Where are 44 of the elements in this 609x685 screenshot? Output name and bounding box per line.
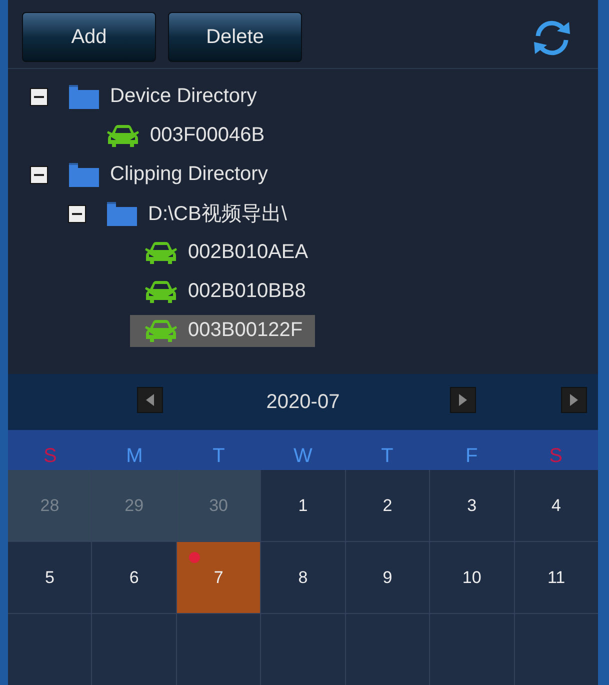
left-triangle-icon <box>145 394 155 406</box>
weekday-label: S <box>42 445 58 469</box>
tree-item[interactable]: 002B010BB8 <box>130 276 318 308</box>
tree-item[interactable]: Device Directory <box>54 80 269 114</box>
day-cell[interactable]: 5 <box>8 542 92 613</box>
day-cell[interactable]: 8 <box>261 542 345 613</box>
weekday-label: T <box>380 445 394 469</box>
day-cell[interactable]: 11 <box>514 542 598 613</box>
right-triangle-icon <box>458 394 468 406</box>
collapse-toggle[interactable] <box>68 204 86 223</box>
weekday-label: S <box>548 445 564 469</box>
car-icon <box>144 318 178 343</box>
tree-item[interactable]: 003B00122F <box>130 314 315 347</box>
day-cell[interactable]: 6 <box>92 542 176 613</box>
car-icon <box>144 280 178 304</box>
day-cell[interactable]: 1 <box>261 470 345 541</box>
day-cell[interactable]: 3 <box>430 470 514 541</box>
tree-item[interactable]: Clipping Directory <box>54 158 280 192</box>
car-icon <box>144 240 178 265</box>
folder-icon <box>106 200 138 227</box>
collapse-toggle[interactable] <box>30 88 48 106</box>
day-cell[interactable]: 9 <box>346 542 430 613</box>
car-icon <box>106 124 140 148</box>
day-cell[interactable]: 10 <box>430 542 514 613</box>
toolbar-button[interactable]: Delete <box>168 12 302 62</box>
toolbar-button[interactable]: Add <box>22 12 156 62</box>
day-cell[interactable]: 4 <box>514 470 598 541</box>
previous-month-button[interactable] <box>137 387 163 413</box>
collapse-toggle[interactable] <box>30 166 48 184</box>
tree-item[interactable]: 003F00046B <box>92 120 277 152</box>
tree-item[interactable]: D:\CB视频导出\ <box>92 196 299 232</box>
folder-icon <box>68 84 100 110</box>
weekday-label: W <box>292 445 314 469</box>
folder-icon <box>68 162 100 188</box>
day-cell[interactable]: 7 <box>176 542 260 613</box>
day-cell[interactable]: 2 <box>346 470 430 541</box>
weekday-label: M <box>125 445 144 469</box>
weekday-label: F <box>464 445 479 469</box>
next-month-button[interactable] <box>450 387 476 413</box>
tree-item[interactable]: 002B010AEA <box>130 236 320 269</box>
right-triangle-icon <box>569 394 579 406</box>
next-year-button[interactable] <box>561 387 587 413</box>
month-label: 2020-07 <box>266 390 340 414</box>
weekday-label: T <box>212 445 226 469</box>
